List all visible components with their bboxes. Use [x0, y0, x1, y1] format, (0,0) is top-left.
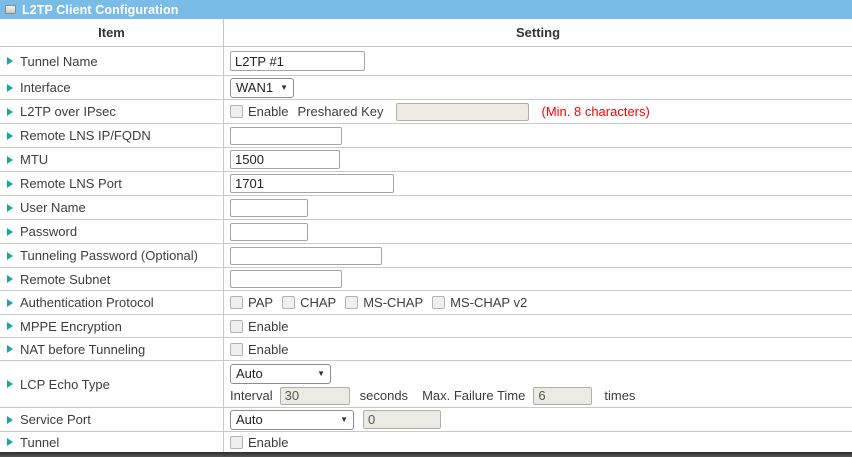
ipsec-enable-checkbox[interactable] — [230, 105, 243, 118]
dropdown-arrow-icon: ▼ — [317, 369, 325, 378]
password-input[interactable] — [230, 223, 308, 241]
preshared-key-input — [396, 103, 529, 121]
row-label: Tunnel Name — [20, 54, 98, 69]
tunnel-enable-label: Enable — [248, 435, 288, 450]
table-row: Tunnel Enable — [0, 432, 852, 452]
interface-select[interactable]: WAN1 ▼ — [230, 78, 294, 98]
row-label: Remote LNS Port — [20, 176, 122, 191]
row-label: NAT before Tunneling — [20, 342, 145, 357]
remote-lns-port-input[interactable] — [230, 174, 394, 193]
mtu-input[interactable] — [230, 150, 340, 169]
username-input[interactable] — [230, 199, 308, 217]
lcp-times-label: times — [604, 388, 635, 403]
lcp-max-failure-input — [533, 387, 592, 405]
column-header-setting: Setting — [224, 19, 852, 46]
row-bullet-icon — [7, 228, 13, 236]
lcp-echo-type-select[interactable]: Auto ▼ — [230, 364, 331, 384]
ipsec-enable-label: Enable — [248, 104, 288, 119]
row-bullet-icon — [7, 156, 13, 164]
table-row: Remote LNS Port — [0, 172, 852, 196]
row-label: LCP Echo Type — [20, 377, 110, 392]
auth-ms-chap-v2-label: MS-CHAP v2 — [450, 295, 527, 310]
auth-ms-chap-label: MS-CHAP — [363, 295, 423, 310]
row-label: L2TP over IPsec — [20, 104, 116, 119]
row-bullet-icon — [7, 108, 13, 116]
table-row: Remote LNS IP/FQDN — [0, 124, 852, 148]
table-row: LCP Echo Type Auto ▼ Interval seconds Ma… — [0, 361, 852, 408]
l2tp-client-configuration-panel: L2TP Client Configuration Item Setting T… — [0, 0, 852, 457]
lcp-interval-label: Interval — [230, 388, 273, 403]
row-label: Authentication Protocol — [20, 295, 154, 310]
table-row: Tunnel Name — [0, 47, 852, 76]
table-row: NAT before Tunneling Enable — [0, 338, 852, 361]
table-row: MPPE Encryption Enable — [0, 315, 852, 338]
row-bullet-icon — [7, 84, 13, 92]
row-label: Remote LNS IP/FQDN — [20, 128, 151, 143]
mppe-enable-checkbox[interactable] — [230, 320, 243, 333]
table-row: Remote Subnet — [0, 268, 852, 291]
lcp-seconds-label: seconds — [360, 388, 408, 403]
service-port-select-value: Auto — [236, 412, 263, 427]
table-row: L2TP over IPsec Enable Preshared Key (Mi… — [0, 100, 852, 124]
section-titlebar: L2TP Client Configuration — [0, 0, 852, 19]
table-row: Tunneling Password (Optional) — [0, 244, 852, 268]
lcp-echo-type-select-value: Auto — [236, 366, 263, 381]
tunnel-enable-checkbox[interactable] — [230, 436, 243, 449]
row-label: MPPE Encryption — [20, 319, 122, 334]
tunnel-name-input[interactable] — [230, 51, 365, 71]
column-header-item: Item — [0, 19, 224, 46]
auth-ms-chap-v2-checkbox[interactable] — [432, 296, 445, 309]
auth-chap-label: CHAP — [300, 295, 336, 310]
auth-ms-chap-checkbox[interactable] — [345, 296, 358, 309]
next-section-top-edge — [0, 452, 852, 457]
remote-subnet-input[interactable] — [230, 270, 342, 288]
auth-pap-checkbox[interactable] — [230, 296, 243, 309]
tunneling-password-input[interactable] — [230, 247, 382, 265]
row-label: MTU — [20, 152, 48, 167]
row-bullet-icon — [7, 180, 13, 188]
remote-lns-ip-input[interactable] — [230, 127, 342, 145]
interface-select-value: WAN1 — [236, 80, 273, 95]
row-label: Remote Subnet — [20, 272, 110, 287]
row-bullet-icon — [7, 416, 13, 424]
row-bullet-icon — [7, 345, 13, 353]
row-label: Password — [20, 224, 77, 239]
row-label: Service Port — [20, 412, 91, 427]
row-label: Interface — [20, 80, 71, 95]
service-port-input — [363, 410, 441, 429]
preshared-key-note: (Min. 8 characters) — [541, 104, 649, 119]
table-header-row: Item Setting — [0, 19, 852, 47]
row-bullet-icon — [7, 438, 13, 446]
dropdown-arrow-icon: ▼ — [340, 415, 348, 424]
row-bullet-icon — [7, 299, 13, 307]
auth-chap-checkbox[interactable] — [282, 296, 295, 309]
row-label: Tunneling Password (Optional) — [20, 248, 198, 263]
row-bullet-icon — [7, 275, 13, 283]
table-row: User Name — [0, 196, 852, 220]
lcp-interval-input — [280, 387, 350, 405]
table-row: Service Port Auto ▼ — [0, 408, 852, 432]
preshared-key-label: Preshared Key — [297, 104, 383, 119]
row-label: Tunnel — [20, 435, 59, 450]
row-bullet-icon — [7, 252, 13, 260]
row-bullet-icon — [7, 322, 13, 330]
section-title: L2TP Client Configuration — [22, 3, 178, 17]
row-bullet-icon — [7, 204, 13, 212]
table-row: Authentication Protocol PAP CHAP MS-CHAP… — [0, 291, 852, 315]
nat-enable-label: Enable — [248, 342, 288, 357]
table-row: MTU — [0, 148, 852, 172]
row-bullet-icon — [7, 132, 13, 140]
nat-enable-checkbox[interactable] — [230, 343, 243, 356]
service-port-select[interactable]: Auto ▼ — [230, 410, 354, 430]
row-bullet-icon — [7, 380, 13, 388]
mppe-enable-label: Enable — [248, 319, 288, 334]
auth-pap-label: PAP — [248, 295, 273, 310]
row-label: User Name — [20, 200, 86, 215]
table-row: Password — [0, 220, 852, 244]
table-row: Interface WAN1 ▼ — [0, 76, 852, 100]
dropdown-arrow-icon: ▼ — [280, 83, 288, 92]
lcp-max-failure-label: Max. Failure Time — [422, 388, 525, 403]
section-collapse-icon[interactable] — [5, 5, 16, 14]
row-bullet-icon — [7, 57, 13, 65]
